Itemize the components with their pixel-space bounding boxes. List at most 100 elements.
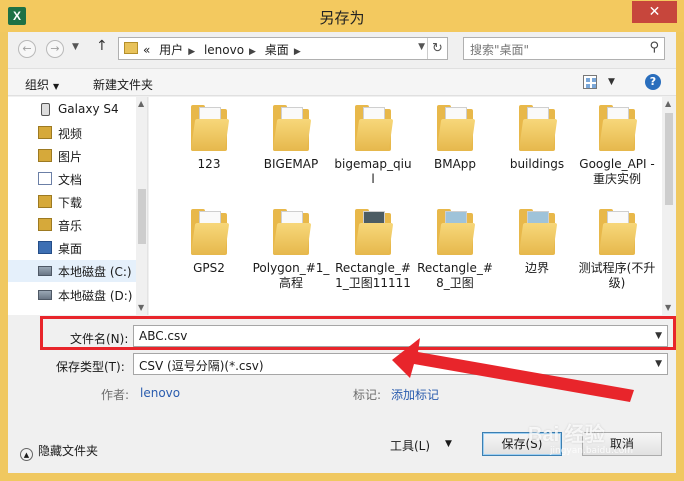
folder-item[interactable]: BMApp [415, 105, 495, 205]
folder-icon [124, 42, 138, 54]
folder-name: Rectangle_#1_卫图11111 [335, 261, 411, 290]
sidebar-item-label: 下载 [58, 196, 83, 210]
file-list-scrollbar[interactable]: ▲ ▼ [662, 97, 676, 315]
folder-name: 测试程序(不升级) [578, 261, 656, 290]
watermark-url: jingyan.baidu.com [550, 446, 634, 456]
folder-icon [598, 105, 638, 151]
sidebar-item-label: 本地磁盘 (C:) [58, 265, 132, 279]
search-box[interactable]: 搜索"桌面" ⚲ [463, 37, 665, 60]
author-label: 作者: [101, 388, 130, 402]
breadcrumb-desktop[interactable]: 桌面 [265, 43, 289, 57]
folder-item[interactable]: Polygon_#1_高程 [251, 209, 331, 309]
folder-name: BMApp [433, 157, 477, 171]
drive-icon [38, 290, 52, 300]
folder-name: Polygon_#1_高程 [252, 261, 330, 290]
breadcrumb: « 用户 ▶ lenovo ▶ 桌面 ▶ [143, 41, 306, 58]
folder-item[interactable]: Google_API - 重庆实例 [577, 105, 657, 205]
document-library-icon [38, 172, 52, 185]
video-library-icon [38, 126, 52, 139]
folder-name: bigemap_qiul [334, 157, 412, 186]
sidebar-item-documents[interactable]: 文档 [8, 168, 136, 190]
download-folder-icon [38, 195, 52, 208]
folder-item[interactable]: Rectangle_#1_卫图11111 [333, 209, 413, 309]
sidebar-item-drive-d[interactable]: 本地磁盘 (D:) [8, 284, 136, 306]
folder-icon [518, 105, 558, 151]
chevron-right-icon[interactable]: ▶ [188, 47, 195, 57]
music-library-icon [38, 218, 52, 231]
sidebar-item-drive-c[interactable]: 本地磁盘 (C:) [8, 260, 136, 282]
folder-item[interactable]: 123 [169, 105, 249, 205]
folder-item[interactable]: bigemap_qiul [333, 105, 413, 205]
folder-icon [598, 209, 638, 255]
folder-name: 边界 [524, 261, 549, 275]
address-dropdown-icon[interactable]: ▼ [418, 42, 425, 52]
breadcrumb-overflow[interactable]: « [143, 43, 150, 57]
folder-icon [272, 105, 312, 151]
folder-icon [436, 209, 476, 255]
folder-item[interactable]: 边界 [497, 209, 577, 309]
scrollbar-thumb[interactable] [665, 113, 673, 205]
tools-button[interactable]: 工具(L) [390, 437, 430, 454]
view-dropdown-icon[interactable]: ▼ [608, 77, 615, 87]
hide-folders-label: 隐藏文件夹 [38, 444, 99, 458]
new-folder-button[interactable]: 新建文件夹 [93, 76, 153, 93]
recent-locations-dropdown[interactable]: ▼ [72, 42, 79, 52]
folder-icon [518, 209, 558, 255]
sidebar-item-label: 桌面 [58, 242, 83, 256]
sidebar-item-label: 文档 [58, 173, 83, 187]
sidebar-item-desktop[interactable]: 桌面 [8, 237, 136, 259]
view-options-icon[interactable] [583, 75, 597, 89]
folder-name: buildings [509, 157, 565, 171]
breadcrumb-users[interactable]: 用户 [159, 43, 183, 57]
chevron-right-icon[interactable]: ▶ [249, 47, 256, 57]
tools-dropdown-icon[interactable]: ▼ [445, 439, 452, 449]
sidebar-item-videos[interactable]: 视频 [8, 122, 136, 144]
search-icon[interactable]: ⚲ [649, 40, 659, 55]
sidebar-item-galaxy-s4[interactable]: Galaxy S4 [8, 99, 136, 121]
folder-item[interactable]: BIGEMAP [251, 105, 331, 205]
desktop-folder-icon [38, 241, 52, 254]
sidebar-item-music[interactable]: 音乐 [8, 214, 136, 236]
file-list-pane[interactable]: 123 BIGEMAP bigemap_qiul BMApp buildings… [149, 97, 676, 315]
window-title: 另存为 [319, 9, 365, 27]
sidebar-item-downloads[interactable]: 下载 [8, 191, 136, 213]
forward-button[interactable]: → [46, 40, 64, 58]
up-button[interactable]: ↑ [96, 38, 108, 54]
author-value[interactable]: lenovo [140, 386, 180, 400]
address-bar[interactable]: « 用户 ▶ lenovo ▶ 桌面 ▶ ▼ ↻ [118, 37, 448, 60]
folder-item[interactable]: buildings [497, 105, 577, 205]
title-bar: X 另存为 ✕ [0, 0, 684, 32]
folder-item[interactable]: 测试程序(不升级) [577, 209, 657, 309]
chevron-down-icon[interactable]: ▼ [655, 359, 662, 369]
annotation-arrow [392, 338, 634, 402]
organize-label: 组织 [25, 78, 50, 92]
breadcrumb-lenovo[interactable]: lenovo [204, 43, 244, 57]
scrollbar-thumb[interactable] [138, 189, 146, 244]
back-button[interactable]: ← [18, 40, 36, 58]
folder-item[interactable]: Rectangle_#8_卫图 [415, 209, 495, 309]
folder-item[interactable]: GPS2 [169, 209, 249, 309]
chevron-right-icon[interactable]: ▶ [294, 47, 301, 57]
sidebar-scrollbar[interactable]: ▲ ▼ [136, 97, 147, 315]
filetype-value[interactable]: CSV (逗号分隔)(*.csv) [139, 357, 264, 374]
refresh-button[interactable]: ↻ [427, 38, 447, 59]
sidebar-item-label: 视频 [58, 127, 83, 141]
scroll-down-icon[interactable]: ▼ [665, 303, 671, 312]
folder-icon [272, 209, 312, 255]
sidebar-item-label: 本地磁盘 (D:) [58, 289, 133, 303]
search-input[interactable]: 搜索"桌面" [470, 41, 529, 58]
scroll-down-icon[interactable]: ▼ [138, 303, 144, 312]
folder-icon [190, 105, 230, 151]
sidebar-item-label: 图片 [58, 150, 83, 164]
folder-name: GPS2 [193, 261, 225, 275]
hide-folders-toggle[interactable]: ▲ 隐藏文件夹 [20, 442, 98, 461]
scroll-up-icon[interactable]: ▲ [138, 99, 144, 108]
scroll-up-icon[interactable]: ▲ [665, 99, 671, 108]
navigation-bar: ← → ▼ ↑ « 用户 ▶ lenovo ▶ 桌面 ▶ ▼ ↻ 搜索"桌面" ⚲ [8, 32, 676, 64]
close-button[interactable]: ✕ [632, 1, 677, 23]
collapse-icon: ▲ [20, 448, 33, 461]
organize-button[interactable]: 组织 ▼ [25, 76, 59, 93]
sidebar-item-pictures[interactable]: 图片 [8, 145, 136, 167]
navigation-pane[interactable]: Galaxy S4 视频 图片 文档 下载 音乐 桌面 本地磁盘 (C:) 本地… [8, 97, 148, 315]
help-button[interactable]: ? [645, 74, 661, 90]
